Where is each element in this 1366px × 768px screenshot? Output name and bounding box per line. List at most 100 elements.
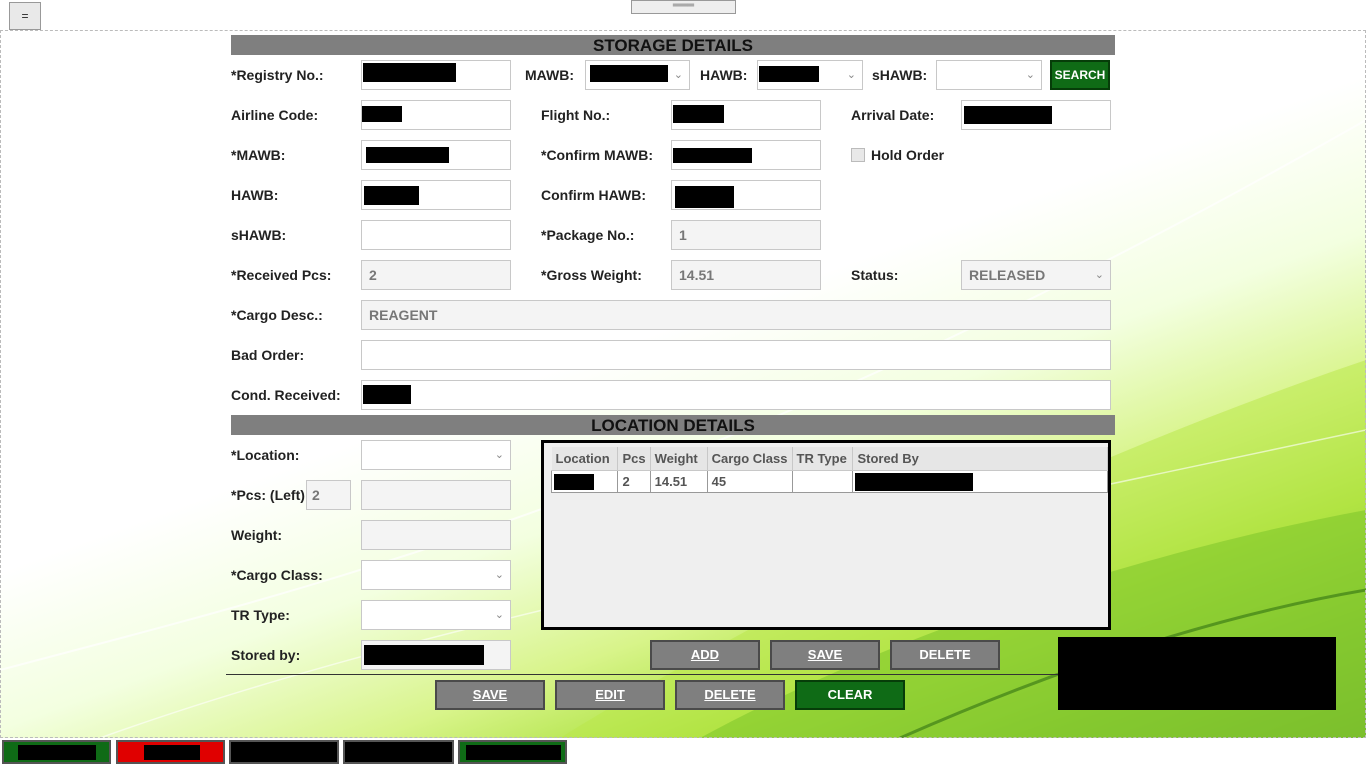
flight-no-input[interactable]: [671, 100, 821, 130]
gross-weight-input[interactable]: 14.51: [671, 260, 821, 290]
airline-code-input[interactable]: [361, 100, 511, 130]
redacted-value: [363, 63, 456, 82]
redacted-value: [675, 186, 734, 208]
column-header-tr-type[interactable]: TR Type: [792, 447, 854, 471]
shawb-input[interactable]: [361, 220, 511, 250]
cell-cargo-class: 45: [706, 470, 793, 493]
tab-3[interactable]: [229, 740, 339, 764]
location-label: *Location:: [231, 447, 300, 463]
column-header-pcs[interactable]: Pcs: [617, 447, 651, 471]
redacted-value: [466, 745, 561, 760]
search-button[interactable]: SEARCH: [1050, 60, 1110, 90]
cargo-class-select[interactable]: ⌄: [361, 560, 511, 590]
add-location-button[interactable]: ADD: [650, 640, 760, 670]
arrival-date-input[interactable]: [961, 100, 1111, 130]
received-pcs-input[interactable]: 2: [361, 260, 511, 290]
confirm-hawb-label: Confirm HAWB:: [541, 187, 646, 203]
redacted-panel: [1058, 637, 1336, 710]
save-location-button[interactable]: SAVE: [770, 640, 880, 670]
redacted-value: [366, 147, 449, 163]
shawb-label: sHAWB:: [872, 67, 928, 83]
registry-no-label: *Registry No.:: [231, 67, 324, 83]
tab-1[interactable]: [2, 740, 111, 764]
column-header-stored-by[interactable]: Stored By: [852, 447, 1108, 471]
chevron-down-icon: ⌄: [846, 69, 856, 81]
cell-weight: 14.51: [649, 470, 708, 493]
cargo-class-label: *Cargo Class:: [231, 567, 323, 583]
cell-pcs: 2: [617, 470, 651, 493]
package-no-input[interactable]: 1: [671, 220, 821, 250]
cond-received-input[interactable]: [361, 380, 1111, 410]
hawb-field-label: HAWB:: [231, 187, 279, 203]
redacted-value: [673, 148, 752, 163]
registry-no-input[interactable]: [361, 60, 511, 90]
delete-location-button[interactable]: DELETE: [890, 640, 1000, 670]
location-details-header: LOCATION DETAILS: [231, 415, 1115, 435]
clear-button[interactable]: CLEAR: [795, 680, 905, 710]
redacted-value: [18, 745, 96, 760]
mawb-field-label: *MAWB:: [231, 147, 286, 163]
tr-type-select[interactable]: ⌄: [361, 600, 511, 630]
chevron-down-icon: ⌄: [673, 69, 683, 81]
delete-button[interactable]: DELETE: [675, 680, 785, 710]
mawb-select[interactable]: ⌄: [585, 60, 690, 90]
hawb-label: HAWB:: [700, 67, 748, 83]
cell-location: [550, 470, 619, 493]
pcs-left-input[interactable]: 2: [306, 480, 351, 510]
redacted-value: [964, 106, 1052, 124]
location-select[interactable]: ⌄: [361, 440, 511, 470]
edit-button[interactable]: EDIT: [555, 680, 665, 710]
table-header-row: Location Pcs Weight Cargo Class TR Type …: [551, 447, 1108, 471]
column-header-weight[interactable]: Weight: [650, 447, 708, 471]
column-header-cargo-class[interactable]: Cargo Class: [707, 447, 793, 471]
hold-order-checkbox[interactable]: [851, 148, 865, 162]
hawb-select[interactable]: ⌄: [757, 60, 863, 90]
pcs-left-label: *Pcs: (Left):: [231, 487, 310, 503]
stored-by-input[interactable]: [361, 640, 511, 670]
column-header-location[interactable]: Location: [551, 447, 619, 471]
shawb-select[interactable]: ⌄: [936, 60, 1042, 90]
mawb-label: MAWB:: [525, 67, 574, 83]
redacted-value: [364, 645, 484, 665]
redacted-value: [363, 385, 411, 404]
redacted-value: [144, 745, 200, 760]
confirm-hawb-input[interactable]: [671, 180, 821, 210]
redacted-value: [231, 742, 337, 762]
tab-4[interactable]: [343, 740, 454, 764]
flight-no-label: Flight No.:: [541, 107, 611, 123]
redacted-value: [759, 66, 819, 82]
stored-by-label: Stored by:: [231, 647, 301, 663]
package-no-label: *Package No.:: [541, 227, 635, 243]
location-table: Location Pcs Weight Cargo Class TR Type …: [550, 447, 1108, 493]
status-select[interactable]: RELEASED ⌄: [961, 260, 1111, 290]
redacted-value: [855, 473, 974, 491]
pcs-input[interactable]: [361, 480, 511, 510]
gross-weight-label: *Gross Weight:: [541, 267, 642, 283]
hold-order-label: Hold Order: [871, 147, 945, 163]
status-value: RELEASED: [969, 267, 1046, 283]
table-row[interactable]: 2 14.51 45: [550, 470, 1108, 493]
save-button[interactable]: SAVE: [435, 680, 545, 710]
bad-order-label: Bad Order:: [231, 347, 305, 363]
mawb-input[interactable]: [361, 140, 511, 170]
tab-5[interactable]: [458, 740, 567, 764]
chevron-down-icon: ⌄: [494, 609, 504, 621]
airline-code-label: Airline Code:: [231, 107, 319, 123]
weight-label: Weight:: [231, 527, 283, 543]
hawb-input[interactable]: [361, 180, 511, 210]
cargo-desc-input[interactable]: REAGENT: [361, 300, 1111, 330]
tab-2-active[interactable]: [116, 740, 225, 764]
confirm-mawb-label: *Confirm MAWB:: [541, 147, 653, 163]
location-grid[interactable]: Location Pcs Weight Cargo Class TR Type …: [541, 440, 1111, 630]
confirm-mawb-input[interactable]: [671, 140, 821, 170]
window-grip-handle[interactable]: ═══: [631, 0, 736, 14]
bad-order-input[interactable]: [361, 340, 1111, 370]
redacted-value: [673, 105, 724, 123]
tr-type-label: TR Type:: [231, 607, 290, 623]
menu-button[interactable]: =: [9, 2, 41, 30]
weight-input[interactable]: [361, 520, 511, 550]
shawb-field-label: sHAWB:: [231, 227, 287, 243]
redacted-value: [554, 474, 594, 490]
redacted-value: [590, 65, 668, 82]
divider: [226, 674, 1058, 675]
